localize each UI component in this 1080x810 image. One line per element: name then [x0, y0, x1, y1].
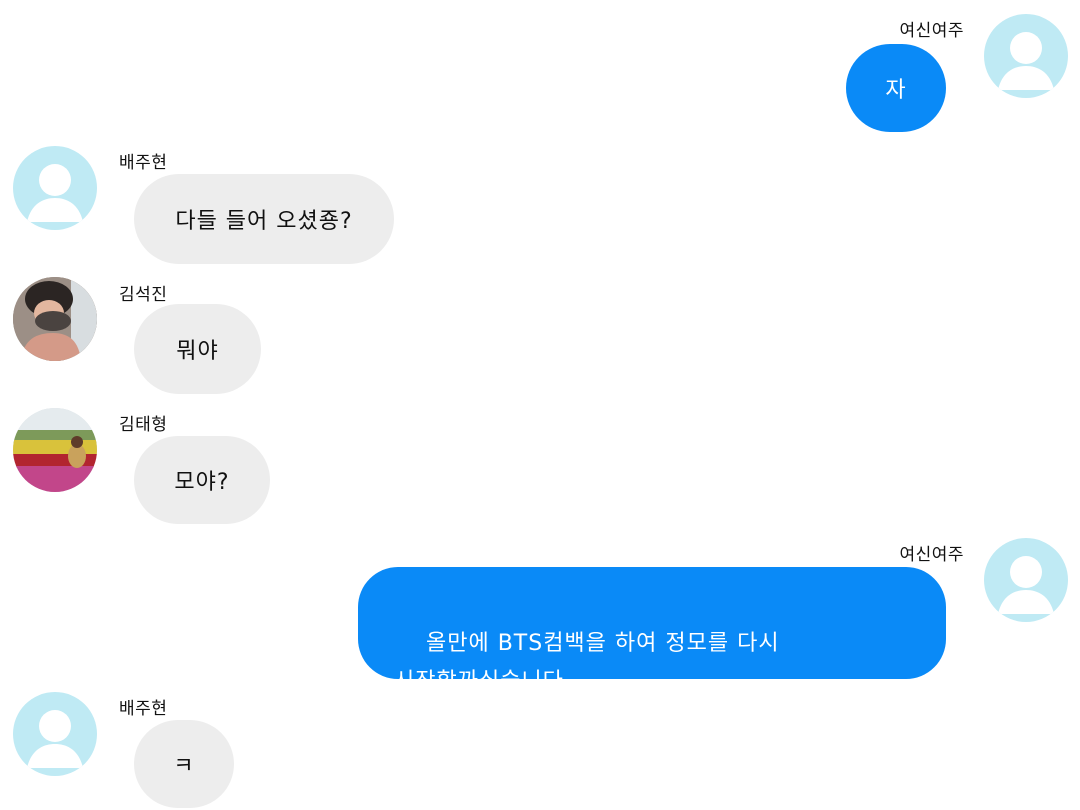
photo-avatar[interactable] — [13, 277, 97, 361]
sender-name: 김석진 — [119, 285, 168, 305]
message-text: ㅋ — [173, 754, 195, 779]
message-bubble[interactable]: 모야? — [134, 436, 270, 524]
sender-name: 여신여주 — [899, 21, 964, 41]
message-text: 자 — [885, 78, 907, 103]
default-avatar-icon[interactable] — [13, 146, 97, 230]
default-avatar-icon[interactable] — [984, 538, 1068, 622]
message-bubble[interactable]: 올만에 BTS컴백을 하여 정모를 다시 시작할까싶습니다. — [358, 567, 946, 694]
message-text: 올만에 BTS컴백을 하여 정모를 다시 시작할까싶습니다. — [394, 631, 780, 694]
sender-name: 배주현 — [119, 153, 168, 173]
message-text: 모야? — [174, 470, 230, 495]
message-bubble[interactable]: 자 — [846, 44, 946, 132]
message-text: 뭐야 — [176, 339, 219, 364]
sender-name: 여신여주 — [899, 545, 964, 565]
photo-avatar[interactable] — [13, 408, 97, 492]
message-bubble[interactable]: 뭐야 — [134, 304, 261, 394]
default-avatar-icon[interactable] — [984, 14, 1068, 98]
sender-name: 김태형 — [119, 415, 168, 435]
message-bubble[interactable]: 다들 들어 오셨죵? — [134, 174, 394, 264]
sender-name: 배주현 — [119, 699, 168, 719]
default-avatar-icon[interactable] — [13, 692, 97, 776]
message-bubble[interactable]: ㅋ — [134, 720, 234, 808]
message-text: 다들 들어 오셨죵? — [175, 209, 353, 234]
